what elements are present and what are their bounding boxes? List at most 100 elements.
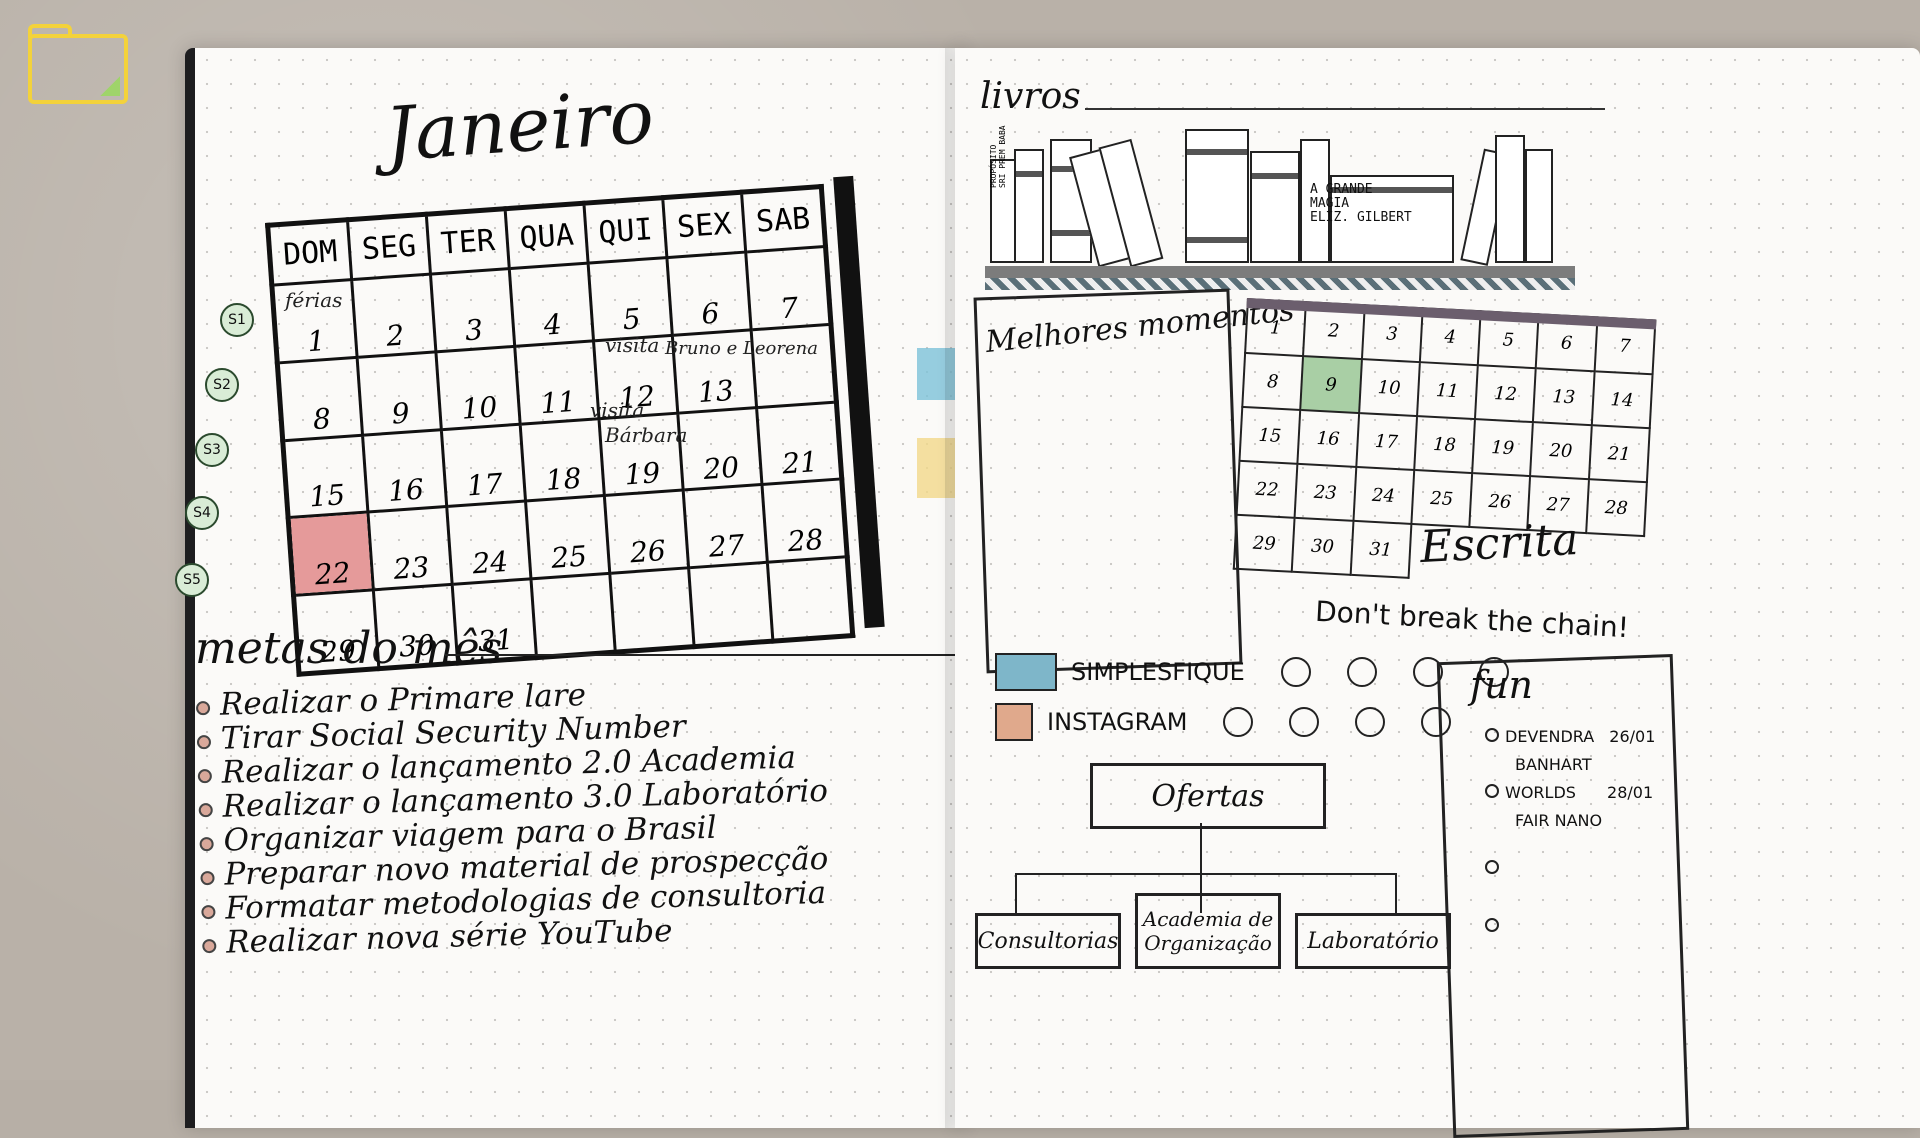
writing-title: Escrita: [1418, 513, 1580, 574]
day-cell: 24: [446, 501, 531, 585]
tracker-day: 19: [1472, 419, 1534, 477]
weekday-header: DOM: [267, 219, 352, 286]
day-cell: [530, 573, 616, 658]
tracker-day: 10: [1358, 359, 1420, 417]
book-spine-text: PROPÓSITO SRI PREM BABA: [989, 125, 1007, 188]
goals-title: metas do mês: [195, 623, 503, 674]
bullet-circle[interactable]: [1485, 728, 1499, 742]
tracker-day: 11: [1416, 362, 1478, 420]
notebook: Janeiro DOM SEG TER QUA QUI SEX SAB 1 2 …: [175, 48, 1920, 1138]
checkbox-circle[interactable]: [1280, 657, 1311, 687]
week-label: S3: [195, 433, 229, 467]
book: [1014, 149, 1044, 263]
calendar-table: DOM SEG TER QUA QUI SEX SAB 1 2 3 4 5 6 …: [265, 183, 856, 677]
day-cell: [609, 567, 695, 653]
goals-list: Realizar o Primare lare Tirar Social Sec…: [162, 669, 949, 961]
fun-item-empty: [1485, 855, 1655, 883]
fun-item-subtitle: FAIR NANO: [1515, 811, 1603, 830]
day-cell: 7: [745, 246, 831, 330]
bookshelf-illustration: [990, 129, 1560, 268]
books-title: livros: [980, 76, 1081, 117]
offers-box: Ofertas: [1090, 763, 1326, 829]
month-calendar: DOM SEG TER QUA QUI SEX SAB 1 2 3 4 5 6 …: [265, 175, 885, 677]
day-cell: 3: [430, 268, 515, 352]
tree-line: [1200, 823, 1202, 873]
tracker-day: 23: [1294, 463, 1356, 521]
day-cell: [751, 324, 837, 408]
envelope-icon: [995, 653, 1057, 691]
day-cell: 26: [604, 490, 689, 574]
shelf-pattern: [985, 278, 1575, 290]
day-cell: 4: [509, 263, 594, 347]
note-ferias: férias: [285, 288, 343, 312]
weekday-header: SAB: [741, 186, 826, 253]
weekday-header: SEG: [347, 214, 431, 280]
checkbox-circle[interactable]: [1289, 707, 1320, 737]
tracker-day: 30: [1292, 517, 1354, 575]
social-label: SIMPLESFIQUE: [1071, 658, 1245, 686]
weekday-header: QUA: [505, 203, 589, 269]
note-visita: visita: [590, 398, 645, 422]
social-row-simplesfique: SIMPLESFIQUE: [995, 653, 1509, 691]
week-label: S4: [185, 496, 219, 530]
day-cell: 25: [525, 495, 610, 580]
bullet-circle[interactable]: [1485, 918, 1499, 932]
tracker-day: 16: [1297, 409, 1359, 467]
checkbox-circle[interactable]: [1355, 707, 1386, 737]
day-cell: 20: [677, 407, 762, 491]
fun-item-title: WORLDS: [1505, 783, 1576, 802]
day-cell: 21: [756, 401, 842, 485]
day-cell: 17: [441, 423, 526, 507]
tracker-day: 28: [1585, 479, 1647, 537]
fun-item-empty: [1485, 913, 1655, 941]
month-title: Janeiro: [382, 73, 657, 179]
book-title-label: A GRANDE MAGIA ELIZ. GILBERT: [1310, 183, 1412, 225]
instagram-icon: [995, 703, 1033, 741]
note-visita: visita: [605, 333, 660, 357]
goals-underline: [445, 654, 975, 656]
bullet-circle[interactable]: [1485, 784, 1499, 798]
day-cell: 11: [514, 340, 599, 424]
week-label: S2: [205, 368, 239, 402]
bullet-circle[interactable]: [1485, 860, 1499, 874]
fun-item-sub: BANHART: [1485, 751, 1655, 779]
books-underline: [1085, 108, 1605, 110]
tracker-day: 13: [1533, 368, 1595, 426]
weekday-header: SEX: [662, 192, 746, 258]
tracker-day: 18: [1414, 416, 1476, 474]
offer-consultorias: Consultorias: [975, 913, 1121, 969]
tree-line: [1015, 873, 1017, 913]
fun-list: DEVENDRA 26/01 BANHART WORLDS 28/01 FAIR…: [1485, 723, 1655, 941]
weekday-header: QUI: [583, 197, 667, 264]
book: [1250, 151, 1300, 263]
social-row-instagram: INSTAGRAM: [995, 703, 1452, 741]
week-label: S1: [220, 303, 254, 337]
book: [1185, 129, 1249, 263]
tracker-day: 29: [1233, 514, 1295, 572]
checkbox-circle[interactable]: [1223, 707, 1254, 737]
left-page: Janeiro DOM SEG TER QUA QUI SEX SAB 1 2 …: [175, 48, 1003, 1128]
tracker-day: 21: [1588, 425, 1650, 483]
shelf-bar: [985, 266, 1575, 278]
day-cell: 18: [520, 418, 605, 502]
tree-line: [1015, 873, 1395, 875]
offer-laboratorio: Laboratório: [1295, 913, 1451, 969]
checkbox-circle[interactable]: [1346, 657, 1377, 687]
folder-icon[interactable]: [28, 24, 128, 104]
chain-caption: Don't break the chain!: [1314, 594, 1630, 645]
tracker-day: 25: [1411, 469, 1473, 527]
day-cell: 27: [683, 484, 768, 568]
book-title-text: A GRANDE MAGIA ELIZ. GILBERT: [1310, 182, 1412, 225]
day-cell: [688, 562, 773, 647]
day-cell: 16: [362, 429, 447, 513]
book: [1495, 135, 1525, 263]
day-cell: 5: [588, 257, 673, 341]
book: [1525, 149, 1553, 263]
tracker-day: 17: [1355, 413, 1417, 470]
tracker-day: 15: [1239, 406, 1301, 464]
day-cell: 6: [666, 252, 752, 336]
tracker-day: 24: [1353, 466, 1415, 524]
tree-line: [1395, 873, 1397, 913]
fun-item: WORLDS 28/01: [1485, 779, 1655, 807]
day-cell: 8: [277, 357, 363, 441]
